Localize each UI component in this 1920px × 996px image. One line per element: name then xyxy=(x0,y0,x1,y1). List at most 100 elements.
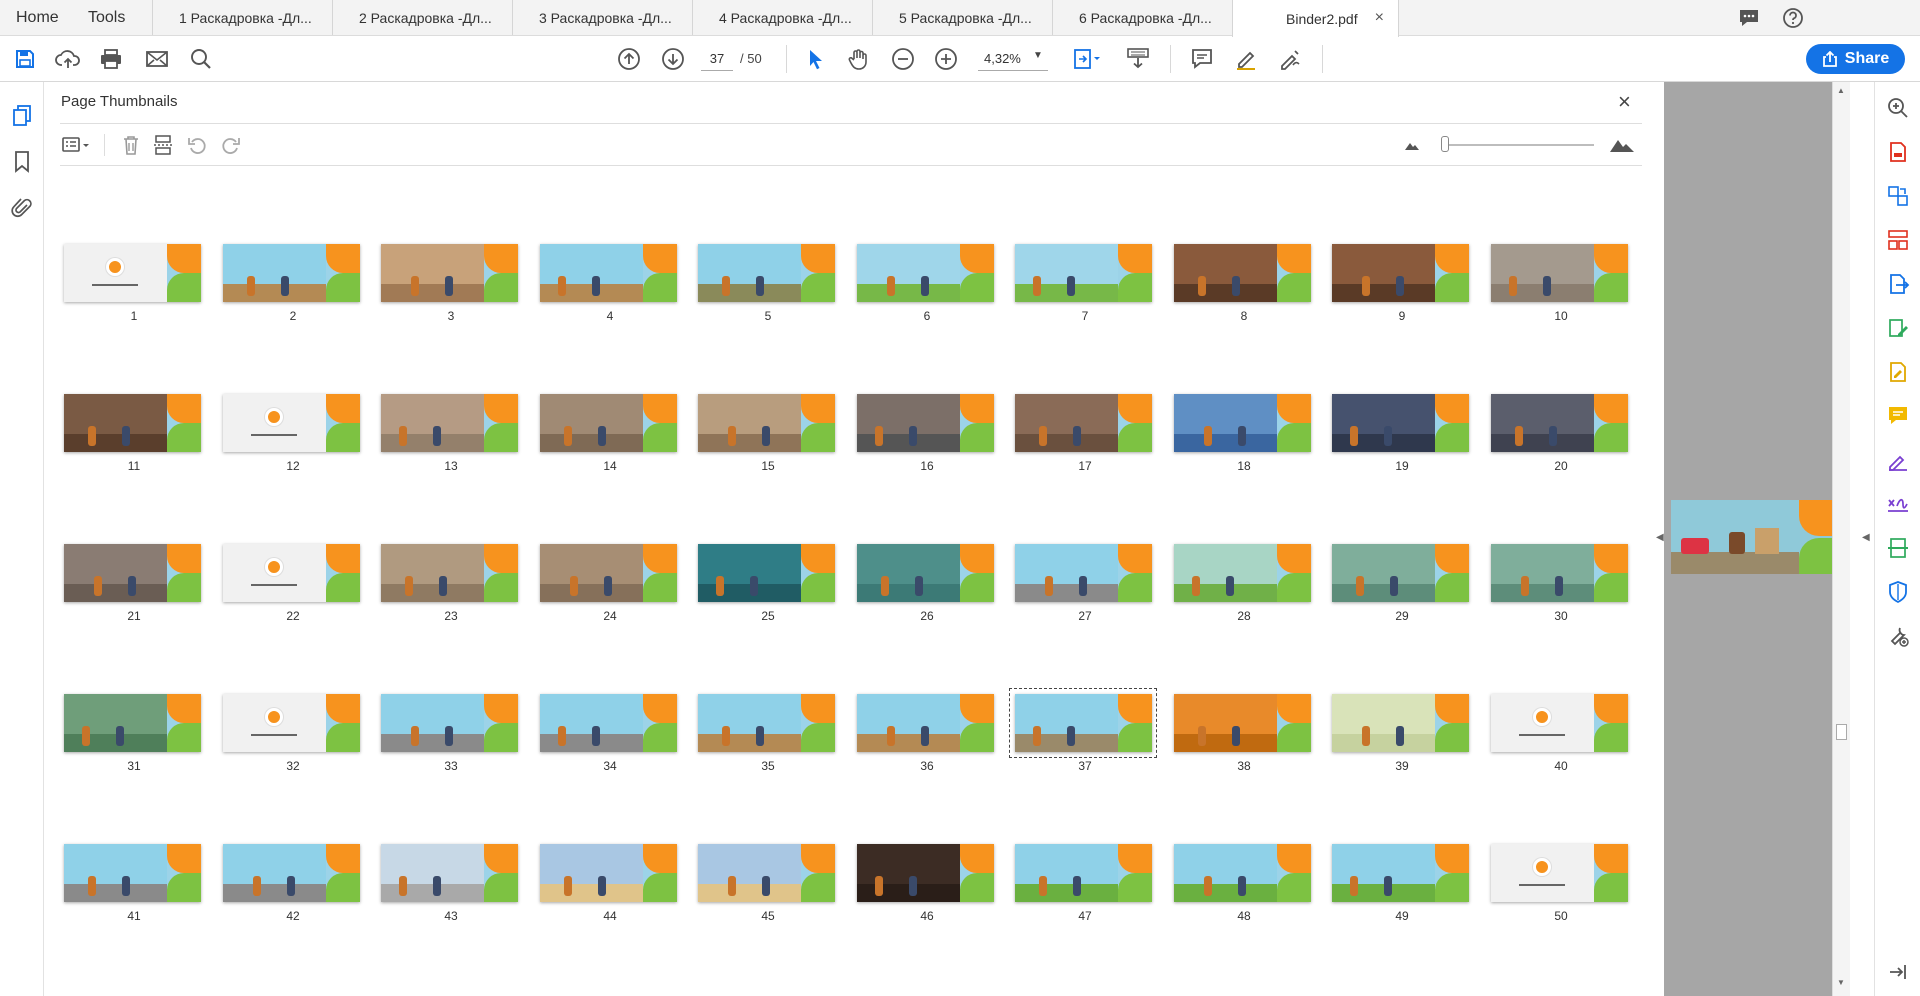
page-thumbnail[interactable]: 38 xyxy=(1170,690,1311,773)
page-thumbnail[interactable]: 13 xyxy=(377,390,518,473)
zoom-in-icon[interactable] xyxy=(933,47,959,71)
page-thumbnail[interactable]: 14 xyxy=(536,390,677,473)
page-thumbnail[interactable]: 24 xyxy=(536,540,677,623)
page-thumbnail[interactable]: 34 xyxy=(536,690,677,773)
page-thumbnail[interactable]: 3 xyxy=(377,240,518,323)
share-button[interactable]: Share xyxy=(1806,44,1905,74)
protect-shield-icon[interactable] xyxy=(1886,580,1910,604)
sign-icon[interactable] xyxy=(1277,47,1303,71)
page-thumbnail[interactable]: 16 xyxy=(853,390,994,473)
print-icon[interactable] xyxy=(98,47,124,71)
page-thumbnail[interactable]: 33 xyxy=(377,690,518,773)
page-thumbnail[interactable]: 4 xyxy=(536,240,677,323)
page-thumbnail[interactable]: 26 xyxy=(853,540,994,623)
page-thumbnail[interactable]: 29 xyxy=(1328,540,1469,623)
page-thumbnail[interactable]: 43 xyxy=(377,840,518,923)
previous-page-icon[interactable] xyxy=(616,47,642,71)
collapse-left-icon[interactable]: ◀ xyxy=(1656,532,1664,543)
rotate-clockwise-icon[interactable] xyxy=(220,133,242,157)
fit-page-icon[interactable] xyxy=(1070,47,1104,71)
scroll-down-icon[interactable]: ▼ xyxy=(1837,978,1845,987)
home-tab[interactable]: Home xyxy=(0,0,72,36)
page-thumbnail[interactable]: 28 xyxy=(1170,540,1311,623)
search-icon[interactable] xyxy=(188,47,214,71)
page-thumbnail[interactable]: 12 xyxy=(219,390,360,473)
scroll-up-icon[interactable]: ▲ xyxy=(1837,86,1845,95)
page-thumbnail[interactable]: 46 xyxy=(853,840,994,923)
page-thumbnail[interactable]: 6 xyxy=(853,240,994,323)
document-tab[interactable]: 1 Раскадровка -Дл... xyxy=(152,0,332,35)
thumbnail-size-slider[interactable] xyxy=(1442,144,1594,146)
page-thumbnail[interactable]: 47 xyxy=(1011,840,1152,923)
comment-tool-icon[interactable] xyxy=(1886,404,1910,428)
tools-tab[interactable]: Tools xyxy=(72,0,152,36)
page-thumbnail[interactable]: 22 xyxy=(219,540,360,623)
document-tab-active[interactable]: Binder2.pdf × xyxy=(1232,0,1399,37)
attachment-icon[interactable] xyxy=(10,196,34,220)
help-icon[interactable] xyxy=(1782,7,1804,29)
page-thumbnail[interactable]: 15 xyxy=(694,390,835,473)
document-tab[interactable]: 3 Раскадровка -Дл... xyxy=(512,0,692,35)
page-number-input[interactable] xyxy=(701,47,733,71)
document-tab[interactable]: 2 Раскадровка -Дл... xyxy=(332,0,512,35)
scrollbar-thumb[interactable] xyxy=(1836,724,1847,740)
close-panel-button[interactable]: × xyxy=(1618,89,1631,115)
page-thumbnail[interactable]: 37 xyxy=(1009,688,1157,773)
page-thumbnail[interactable]: 25 xyxy=(694,540,835,623)
page-thumbnail[interactable]: 11 xyxy=(60,390,201,473)
zoom-out-icon[interactable] xyxy=(890,47,916,71)
page-thumbnail[interactable]: 18 xyxy=(1170,390,1311,473)
comment-bubble-icon[interactable] xyxy=(1738,8,1760,28)
page-thumbnail[interactable]: 31 xyxy=(60,690,201,773)
page-thumbnail[interactable]: 23 xyxy=(377,540,518,623)
page-thumbnail[interactable]: 7 xyxy=(1011,240,1152,323)
page-thumbnail[interactable]: 41 xyxy=(60,840,201,923)
vertical-scrollbar[interactable]: ▲ ▼ xyxy=(1832,82,1850,996)
page-thumbnail[interactable]: 30 xyxy=(1487,540,1628,623)
next-page-icon[interactable] xyxy=(660,47,686,71)
delete-page-icon[interactable] xyxy=(120,133,142,157)
comment-icon[interactable] xyxy=(1189,47,1215,71)
page-thumbnail[interactable]: 50 xyxy=(1487,840,1628,923)
page-thumbnail[interactable]: 8 xyxy=(1170,240,1311,323)
certificates-icon[interactable] xyxy=(1886,492,1910,516)
document-tab[interactable]: 6 Раскадровка -Дл... xyxy=(1052,0,1232,35)
page-thumbnail[interactable]: 32 xyxy=(219,690,360,773)
page-thumbnail[interactable]: 45 xyxy=(694,840,835,923)
more-tools-icon[interactable] xyxy=(1886,624,1910,648)
document-tab[interactable]: 4 Раскадровка -Дл... xyxy=(692,0,872,35)
collapse-right-icon[interactable]: ◀ xyxy=(1862,532,1870,543)
close-tab-button[interactable]: × xyxy=(1375,9,1384,27)
page-thumbnail[interactable]: 19 xyxy=(1328,390,1469,473)
email-icon[interactable] xyxy=(144,47,170,71)
page-thumbnail[interactable]: 5 xyxy=(694,240,835,323)
save-icon[interactable] xyxy=(12,47,38,71)
insert-page-icon[interactable] xyxy=(152,133,174,157)
document-tab[interactable]: 5 Раскадровка -Дл... xyxy=(872,0,1052,35)
organize-pages-icon[interactable] xyxy=(1886,228,1910,252)
thumbnail-options-menu[interactable] xyxy=(61,133,93,157)
hand-tool-icon[interactable] xyxy=(846,47,872,71)
combine-files-icon[interactable] xyxy=(1886,184,1910,208)
large-mountain-icon[interactable] xyxy=(1609,133,1635,157)
page-thumbnail[interactable]: 17 xyxy=(1011,390,1152,473)
highlight-pen-icon[interactable] xyxy=(1233,47,1259,71)
page-thumbnail[interactable]: 9 xyxy=(1328,240,1469,323)
chevron-down-icon[interactable]: ▼ xyxy=(1033,50,1043,61)
collapse-tools-pane-icon[interactable] xyxy=(1886,960,1910,984)
bookmark-icon[interactable] xyxy=(10,150,34,174)
page-thumbnail[interactable]: 35 xyxy=(694,690,835,773)
page-thumbnail[interactable]: 20 xyxy=(1487,390,1628,473)
page-thumbnail[interactable]: 36 xyxy=(853,690,994,773)
page-thumbnail[interactable]: 49 xyxy=(1328,840,1469,923)
page-thumbnail[interactable]: 21 xyxy=(60,540,201,623)
page-thumbnail[interactable]: 2 xyxy=(219,240,360,323)
create-pdf-icon[interactable] xyxy=(1886,140,1910,164)
page-thumbnail[interactable]: 27 xyxy=(1011,540,1152,623)
thumbnail-size-slider-handle[interactable] xyxy=(1441,136,1449,152)
page-thumbnail[interactable]: 1 xyxy=(60,240,201,323)
export-pdf-icon[interactable] xyxy=(1886,272,1910,296)
page-thumbnail[interactable]: 39 xyxy=(1328,690,1469,773)
page-thumbnail[interactable]: 44 xyxy=(536,840,677,923)
page-thumbnails-icon[interactable] xyxy=(10,104,34,128)
